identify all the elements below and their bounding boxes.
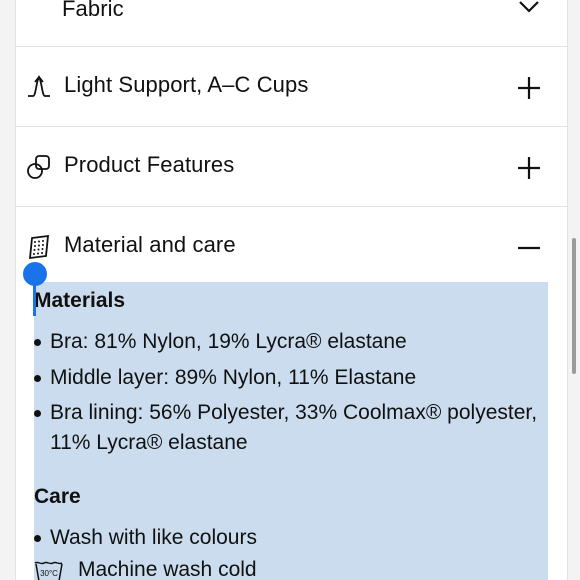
- accordion-support-label: Light Support, A–C Cups: [64, 72, 309, 97]
- bullet: [34, 375, 41, 382]
- product-details-accordion: Fabric Light Support, A–C Cups Product F…: [15, 0, 568, 580]
- bullet: [34, 535, 41, 542]
- accordion-material-care-label: Material and care: [64, 232, 236, 257]
- minus-icon[interactable]: [516, 235, 542, 261]
- accordion-fabric[interactable]: Fabric: [16, 0, 567, 47]
- accordion-features-label: Product Features: [64, 152, 235, 177]
- material-middle-layer: Middle layer: 89% Nylon, 11% Elastane: [50, 366, 417, 389]
- accordion-fabric-label: Fabric: [62, 0, 124, 21]
- support-level-icon: [28, 75, 50, 97]
- selection-caret: [33, 282, 36, 316]
- fabric-swatch-icon: [28, 234, 50, 260]
- material-care-content: Materials Bra: 81% Nylon, 19% Lycra® ela…: [34, 282, 548, 580]
- material-bra-lining-line2: 11% Lycra® elastane: [50, 431, 248, 454]
- materials-heading: Materials: [34, 289, 126, 312]
- care-heading: Care: [34, 485, 81, 508]
- chevron-down-icon[interactable]: [516, 0, 542, 20]
- plus-icon[interactable]: [516, 155, 542, 181]
- bullet: [34, 339, 41, 346]
- accordion-material-care[interactable]: Material and care: [16, 206, 567, 286]
- scrollbar[interactable]: [572, 238, 576, 374]
- accordion-features[interactable]: Product Features: [16, 126, 567, 207]
- care-wash-colours: Wash with like colours: [50, 526, 257, 549]
- plus-icon[interactable]: [516, 75, 542, 101]
- product-features-icon: [27, 155, 50, 179]
- material-bra: Bra: 81% Nylon, 19% Lycra® elastane: [50, 330, 407, 353]
- care-machine-wash: Machine wash cold: [78, 558, 257, 580]
- material-bra-lining-line1: Bra lining: 56% Polyester, 33% Coolmax® …: [50, 401, 538, 424]
- wash-30c-icon: 30°C: [34, 561, 63, 580]
- wash-temperature: 30°C: [40, 569, 58, 578]
- accordion-support[interactable]: Light Support, A–C Cups: [16, 46, 567, 127]
- bullet: [34, 410, 41, 417]
